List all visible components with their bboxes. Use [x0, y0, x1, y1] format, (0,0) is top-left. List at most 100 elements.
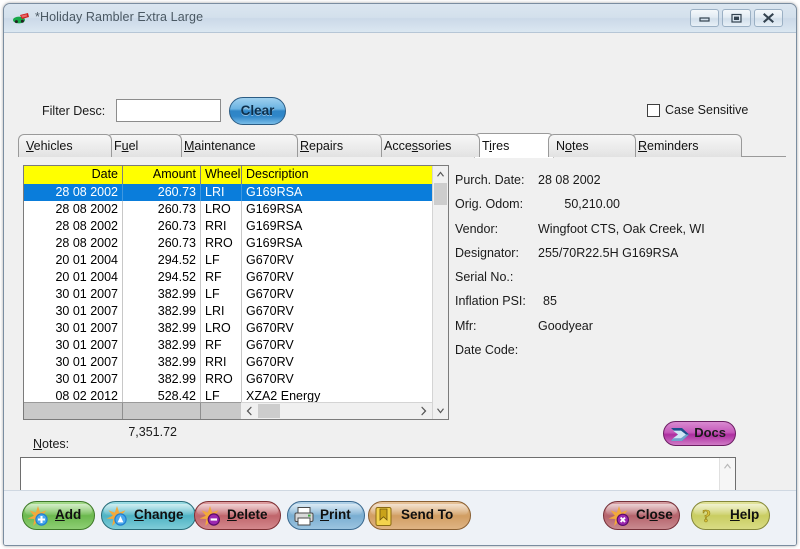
detail-label: Mfr:	[455, 318, 477, 333]
tab-label: Vehicles	[26, 139, 73, 153]
maximize-button[interactable]	[722, 9, 751, 27]
tab-notes[interactable]: Notes	[548, 134, 636, 157]
scroll-up-arrow-icon[interactable]	[433, 166, 448, 182]
cell-wheel: RF	[201, 337, 242, 354]
tab-label: Fuel	[114, 139, 139, 153]
detail-label: Inflation PSI:	[455, 294, 526, 309]
table-row[interactable]: 30 01 2007 382.99 LF G670RV	[24, 286, 448, 303]
cell-description: G670RV	[246, 338, 294, 352]
help-button[interactable]: ? Help	[691, 501, 770, 530]
delete-badge-icon	[199, 505, 225, 533]
rv-icon	[13, 11, 30, 26]
cell-amount: 382.99	[123, 320, 201, 337]
cell-description: G169RSA	[246, 185, 303, 199]
detail-row: Mfr: Goodyear	[455, 319, 785, 343]
detail-value: 85	[543, 294, 557, 309]
printer-icon	[292, 505, 316, 533]
tab-label: Reminders	[638, 139, 699, 153]
print-button-label: Print	[320, 507, 351, 522]
application-window: *Holiday Rambler Extra Large Filter Desc…	[3, 3, 797, 546]
detail-label: Designator:	[455, 245, 519, 260]
scroll-right-arrow-icon[interactable]	[416, 403, 432, 419]
print-button[interactable]: Print	[287, 501, 365, 530]
detail-row: Serial No.:	[455, 270, 785, 294]
plus-badge-icon	[27, 505, 53, 533]
grid-header-description[interactable]: Description	[242, 166, 434, 184]
clear-button[interactable]: Clear	[229, 97, 286, 125]
detail-label: Purch. Date:	[455, 173, 525, 187]
delete-button[interactable]: Delete	[194, 501, 281, 530]
grid-header-date[interactable]: Date	[24, 166, 123, 184]
grid-header-wheel[interactable]: Wheel	[201, 166, 242, 184]
cell-description: XZA2 Energy	[246, 389, 321, 403]
cell-date: 30 01 2007	[24, 303, 123, 320]
cell-amount: 382.99	[123, 354, 201, 371]
detail-value: 28 08 2002	[538, 173, 601, 187]
table-row[interactable]: 30 01 2007 382.99 RRI G670RV	[24, 354, 448, 371]
tab-repairs[interactable]: Repairs	[292, 134, 382, 157]
table-row[interactable]: 28 08 2002 260.73 RRI G169RSA	[24, 218, 448, 235]
table-row[interactable]: 28 08 2002 260.73 RRO G169RSA	[24, 235, 448, 252]
cell-description: G670RV	[246, 355, 294, 369]
tires-grid[interactable]: Date Amount Wheel Description 28 08 2002 260…	[23, 165, 449, 420]
cell-amount: 382.99	[123, 303, 201, 320]
client-area: Filter Desc: Clear Case Sensitive Vehicl…	[4, 33, 796, 545]
grid-vertical-scrollbar[interactable]	[432, 166, 448, 419]
table-row[interactable]: 28 08 2002 260.73 LRO G169RSA	[24, 201, 448, 218]
minimize-button[interactable]	[690, 9, 719, 27]
grid-horizontal-scrollbar[interactable]	[241, 402, 432, 419]
tab-tires[interactable]: Tires	[474, 133, 554, 158]
case-sensitive-checkbox[interactable]	[647, 104, 660, 117]
cell-description: G169RSA	[246, 202, 303, 216]
detail-value: Goodyear	[538, 318, 593, 333]
cell-amount: 382.99	[123, 337, 201, 354]
close-button[interactable]: Close	[603, 501, 680, 530]
table-row[interactable]: 30 01 2007 382.99 LRO G670RV	[24, 320, 448, 337]
cell-date: 30 01 2007	[24, 354, 123, 371]
cell-description: G670RV	[246, 372, 294, 386]
grid-header-row: Date Amount Wheel Description	[24, 166, 448, 184]
cell-wheel: RRI	[201, 354, 242, 371]
tab-vehicles[interactable]: Vehicles	[18, 134, 112, 157]
edit-badge-icon	[106, 505, 132, 533]
cell-date: 28 08 2002	[24, 201, 123, 218]
detail-value: 50,210.00	[564, 197, 620, 212]
table-row[interactable]: 08 02 2012 528.42 LF XZA2 Energy	[24, 388, 448, 403]
close-window-button[interactable]	[754, 9, 783, 27]
table-row[interactable]: 20 01 2004 294.52 RF G670RV	[24, 269, 448, 286]
send-to-button[interactable]: Send To	[368, 501, 471, 530]
detail-row: Purch. Date: 28 08 2002	[455, 173, 785, 197]
grid-header-amount[interactable]: Amount	[123, 166, 201, 184]
table-row[interactable]: 20 01 2004 294.52 LF G670RV	[24, 252, 448, 269]
detail-label: Vendor:	[455, 221, 499, 236]
change-button[interactable]: Change	[101, 501, 196, 530]
cell-wheel: LF	[201, 388, 242, 403]
grid-body[interactable]: 28 08 2002 260.73 LRI G169RSA 28 08 2002 260.…	[24, 184, 448, 403]
scroll-down-arrow-icon[interactable]	[433, 403, 448, 419]
cell-wheel: LRI	[201, 184, 242, 201]
tab-reminders[interactable]: Reminders	[630, 134, 742, 157]
cell-amount: 382.99	[123, 371, 201, 388]
table-row[interactable]: 30 01 2007 382.99 RF G670RV	[24, 337, 448, 354]
cell-date: 20 01 2004	[24, 252, 123, 269]
cell-description: G670RV	[246, 270, 294, 284]
cell-date: 30 01 2007	[24, 371, 123, 388]
notes-scroll-up-arrow-icon[interactable]	[720, 458, 735, 474]
cell-description: G670RV	[246, 321, 294, 335]
scroll-left-arrow-icon[interactable]	[241, 403, 257, 419]
close-button-label: Close	[636, 507, 673, 522]
tab-fuel[interactable]: Fuel	[106, 134, 182, 157]
cell-date: 08 02 2012	[24, 388, 123, 403]
docs-button[interactable]: Docs	[663, 421, 736, 446]
table-row[interactable]: 28 08 2002 260.73 LRI G169RSA	[24, 184, 448, 201]
filter-desc-input[interactable]	[116, 99, 221, 122]
table-row[interactable]: 30 01 2007 382.99 LRI G670RV	[24, 303, 448, 320]
add-button[interactable]: Add	[22, 501, 95, 530]
detail-label: Date Code:	[455, 343, 519, 358]
tab-maintenance[interactable]: Maintenance	[176, 134, 298, 157]
grid-horizontal-scroll-thumb[interactable]	[258, 404, 280, 418]
cell-amount: 260.73	[123, 184, 201, 201]
tab-accessories[interactable]: Accessories	[376, 134, 480, 157]
table-row[interactable]: 30 01 2007 382.99 RRO G670RV	[24, 371, 448, 388]
grid-vertical-scroll-thumb[interactable]	[434, 183, 447, 205]
